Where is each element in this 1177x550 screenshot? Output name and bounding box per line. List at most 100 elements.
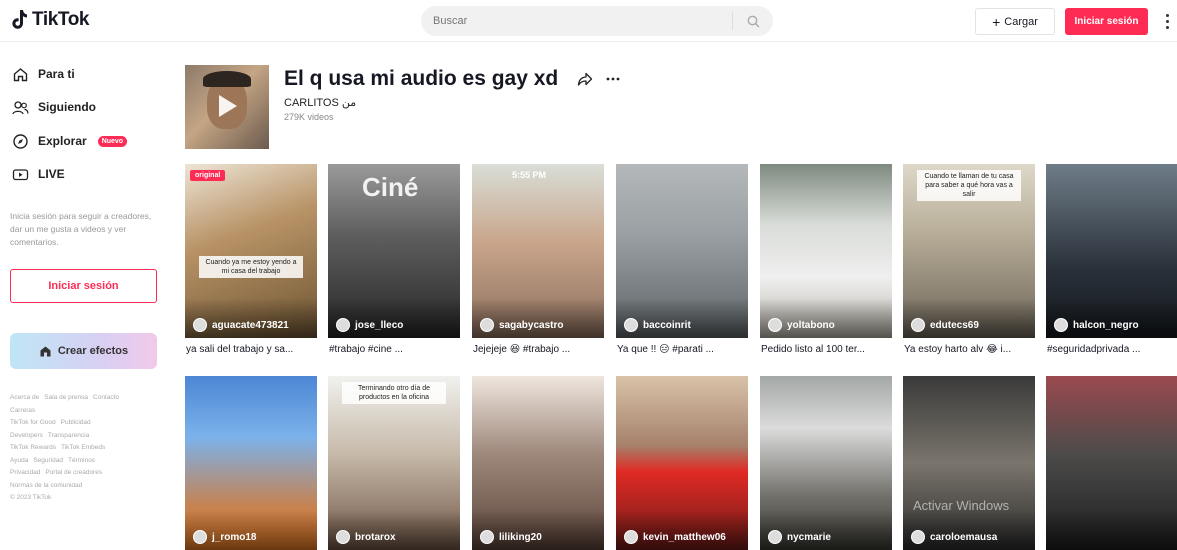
following-icon [12,100,29,114]
video-author[interactable]: liliking20 [480,530,542,544]
live-icon [12,168,29,180]
video-card[interactable]: yoltabono Pedido listo al 100 ter... [760,164,892,360]
video-card[interactable]: Cuando te llaman de tu casa para saber a… [903,164,1035,360]
video-author[interactable]: kevin_matthew06 [624,530,726,544]
video-card[interactable]: nycmarie [760,376,892,550]
video-card[interactable]: liliking20 [472,376,604,550]
video-thumbnail[interactable] [1046,376,1177,550]
video-thumbnail[interactable]: Cuando te llaman de tu casa para saber a… [903,164,1035,338]
footer-line: Carreras [10,405,155,418]
video-author[interactable]: sagabycastro [480,318,563,332]
nav-explore-label: Explorar [38,134,87,148]
footer-link[interactable]: Privacidad [10,469,40,476]
footer-link[interactable]: Developers [10,432,43,439]
footer-link[interactable]: Publicidad [61,419,91,426]
video-caption[interactable]: #trabajo #cine ... [329,344,461,355]
footer-link[interactable]: Contacto [93,394,119,401]
sound-cover[interactable] [185,65,269,149]
video-author-name: brotarox [355,531,396,543]
footer-link[interactable]: Carreras [10,407,35,414]
footer-link[interactable]: TikTok for Good [10,419,56,426]
video-time-text: 5:55 PM [512,170,547,180]
footer-link[interactable]: Acerca de [10,394,39,401]
create-effects-button[interactable]: Crear efectos [10,333,157,369]
video-author[interactable]: nycmarie [768,530,831,544]
video-card[interactable]: 5:55 PM sagabycastro Jejejeje 😆 #trabajo .… [472,164,604,360]
footer-link[interactable]: Términos [68,457,95,464]
video-card[interactable]: halcon_negro #seguridadprivada ... [1046,164,1177,360]
nav-following[interactable]: Siguiendo [12,95,96,119]
video-thumbnail[interactable]: yoltabono [760,164,892,338]
video-author[interactable]: jose_lleco [336,318,403,332]
video-author[interactable]: aguacate473821 [193,318,289,332]
video-thumbnail[interactable]: halcon_negro [1046,164,1177,338]
nav-live[interactable]: LIVE [12,162,65,186]
video-card[interactable]: original Cuando ya me estoy yendo a mi ca… [185,164,317,360]
footer-line: Privacidad Portal de creadores [10,467,155,480]
avatar [193,318,207,332]
video-card[interactable]: j_romo18 [185,376,317,550]
video-thumbnail[interactable]: original Cuando ya me estoy yendo a mi ca… [185,164,317,338]
video-caption[interactable]: #seguridadprivada ... [1047,344,1177,355]
footer-link[interactable]: Ayuda [10,457,28,464]
video-author[interactable]: baccoinrit [624,318,691,332]
share-icon[interactable] [577,71,593,87]
footer-links: Acerca de Sala de prensa Contacto Carreras T… [10,392,160,505]
search-input[interactable] [421,6,732,36]
video-author[interactable]: edutecs69 [911,318,979,332]
footer-link[interactable]: Seguridad [33,457,63,464]
avatar [768,530,782,544]
video-thumbnail[interactable]: Ciné jose_lleco [328,164,460,338]
video-thumbnail[interactable]: 5:55 PM sagabycastro [472,164,604,338]
effects-icon [40,346,51,356]
video-thumbnail[interactable]: j_romo18 [185,376,317,550]
sidebar: Para ti Siguiendo Explorar Nuevo LIVE In… [0,43,170,544]
more-horizontal-icon[interactable] [605,71,621,87]
nav-for-you[interactable]: Para ti [12,62,75,86]
footer-link[interactable]: Sala de prensa [44,394,88,401]
video-card[interactable]: Activar Windows caroloemausa [903,376,1035,550]
footer-line: Normas de la comunidad [10,480,155,493]
footer-link[interactable]: Transparencia [48,432,89,439]
video-author[interactable]: j_romo18 [193,530,256,544]
video-thumbnail[interactable]: baccoinrit [616,164,748,338]
footer-link[interactable]: © 2023 TikTok [10,494,51,501]
header-login-button[interactable]: Iniciar sesión [1065,8,1148,35]
avatar [911,318,925,332]
footer-link[interactable]: Normas de la comunidad [10,482,82,489]
tiktok-logo[interactable]: TikTok [10,9,89,31]
nav-explore[interactable]: Explorar Nuevo [12,129,128,153]
sidebar-login-button[interactable]: Iniciar sesión [10,269,157,303]
video-caption[interactable]: Ya que !! 😑 #parati ... [617,344,749,355]
video-thumbnail[interactable]: kevin_matthew06 [616,376,748,550]
video-author[interactable]: yoltabono [768,318,835,332]
video-thumbnail[interactable]: liliking20 [472,376,604,550]
video-sign-text: Ciné [362,172,419,202]
avatar [911,530,925,544]
video-thumbnail[interactable]: Terminando otro día de productos en la o… [328,376,460,550]
video-author[interactable]: caroloemausa [911,530,997,544]
video-card[interactable]: Ciné jose_lleco #trabajo #cine ... [328,164,460,360]
video-author[interactable]: brotarox [336,530,396,544]
home-icon [13,67,28,81]
video-author[interactable]: halcon_negro [1054,318,1139,332]
compass-icon [13,133,28,149]
upload-button[interactable]: + Cargar [975,8,1055,35]
video-card[interactable]: kevin_matthew06 [616,376,748,550]
video-thumbnail[interactable]: nycmarie [760,376,892,550]
video-caption[interactable]: Ya estoy harto alv 😂 i... [904,344,1036,355]
footer-link[interactable]: Portal de creadores [45,469,102,476]
more-options-icon[interactable] [1160,10,1174,32]
video-card[interactable]: baccoinrit Ya que !! 😑 #parati ... [616,164,748,360]
video-thumbnail[interactable]: Activar Windows caroloemausa [903,376,1035,550]
video-caption[interactable]: ya sali del trabajo y sa... [186,344,318,355]
sound-author[interactable]: CARLITOS ﻣﻦ [284,96,356,109]
video-author-name: caroloemausa [930,531,998,543]
video-card[interactable] [1046,376,1177,550]
footer-link[interactable]: TikTok Rewards [10,444,56,451]
video-card[interactable]: Terminando otro día de productos en la o… [328,376,460,550]
search-button[interactable] [733,6,773,36]
video-caption[interactable]: Pedido listo al 100 ter... [761,344,893,355]
video-caption[interactable]: Jejejeje 😆 #trabajo ... [473,344,605,355]
footer-link[interactable]: TikTok Embeds [61,444,105,451]
